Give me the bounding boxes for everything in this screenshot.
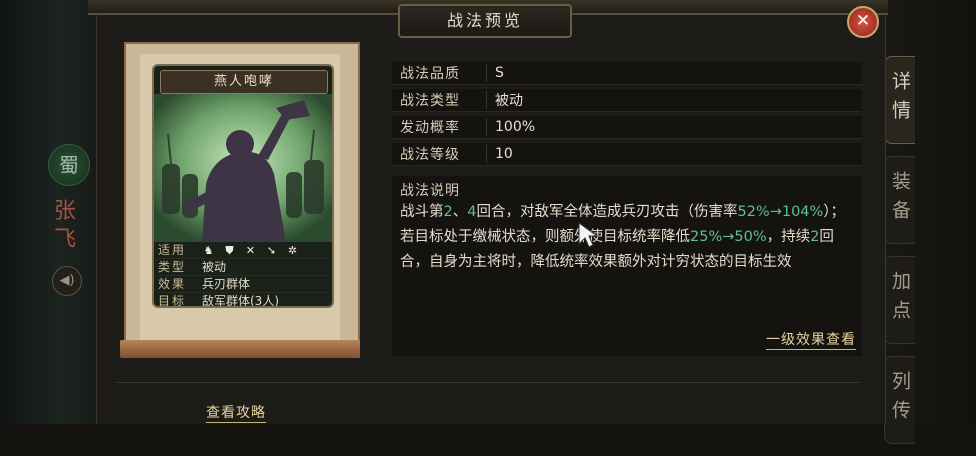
attr-level-label: 战法等级 bbox=[400, 147, 460, 163]
scroll-rod bbox=[120, 340, 360, 358]
level-effect-link[interactable]: 一级效果查看 bbox=[766, 329, 856, 350]
tactic-name: 燕人咆哮 bbox=[160, 70, 328, 94]
attr-type-label: 战法类型 bbox=[400, 93, 460, 109]
attr-row-probability: 发动概率 100% bbox=[392, 116, 862, 139]
card-type-value: 被动 bbox=[202, 260, 227, 274]
tab-biography[interactable]: 列传 bbox=[884, 356, 915, 444]
wheel-icon: ✲ bbox=[287, 243, 298, 257]
right-tab-bar: 详情 装备 加点 列传 bbox=[884, 56, 916, 456]
attr-type-value: 被动 bbox=[495, 93, 523, 109]
card-target-label: 目标 bbox=[158, 294, 187, 308]
card-type-label: 类型 bbox=[158, 260, 187, 274]
general-sidebar: 蜀 张飞 ◀) bbox=[42, 140, 96, 320]
dialog-title: 战法预览 bbox=[398, 4, 572, 38]
card-target-value: 敌军群体(3人) bbox=[202, 294, 279, 308]
tab-details[interactable]: 详情 bbox=[884, 56, 915, 144]
attr-row-quality: 战法品质 S bbox=[392, 62, 862, 85]
spear-icon: ➘ bbox=[266, 243, 277, 257]
tactic-illustration bbox=[154, 94, 332, 242]
card-row-target: 目标 敌军群体(3人) bbox=[158, 293, 328, 308]
description-text: 战斗第2、4回合，对敌军全体造成兵刃攻击（伤害率52%→104%）；若目标处于缴… bbox=[400, 204, 846, 270]
attr-row-level: 战法等级 10 bbox=[392, 143, 862, 166]
faction-badge: 蜀 bbox=[48, 144, 90, 186]
footer-divider bbox=[116, 382, 860, 383]
tab-equipment[interactable]: 装备 bbox=[884, 156, 915, 244]
card-effect-label: 效果 bbox=[158, 277, 187, 291]
card-effect-value: 兵刃群体 bbox=[202, 277, 251, 291]
card-row-type: 类型 被动 bbox=[158, 259, 328, 276]
attr-probability-value: 100% bbox=[495, 119, 536, 135]
shield-icon: ⛊ bbox=[225, 243, 234, 257]
attr-quality-value: S bbox=[495, 65, 504, 81]
cavalry-icon: ♞ bbox=[203, 243, 214, 257]
attr-level-value: 10 bbox=[495, 146, 513, 162]
close-button[interactable]: ✕ bbox=[847, 6, 879, 38]
close-icon: ✕ bbox=[855, 11, 871, 31]
crossed-swords-icon: ✕ bbox=[245, 243, 256, 257]
speaker-icon[interactable]: ◀) bbox=[52, 266, 82, 296]
description-box: 战法说明 战斗第2、4回合，对敌军全体造成兵刃攻击（伤害率52%→104%）；若… bbox=[392, 176, 862, 356]
mouse-cursor-icon bbox=[578, 222, 599, 248]
tab-add-points[interactable]: 加点 bbox=[884, 256, 915, 344]
tactic-card: 燕人咆哮 适用 ♞ ⛊ ✕ ➘ ✲ 类型 被动 效果 兵刃群体 目标 敌军群体(… bbox=[152, 64, 334, 308]
tactic-card-info: 适用 ♞ ⛊ ✕ ➘ ✲ 类型 被动 效果 兵刃群体 目标 敌军群体(3人) bbox=[158, 242, 328, 308]
attr-quality-label: 战法品质 bbox=[400, 66, 460, 82]
card-use-label: 适用 bbox=[158, 243, 187, 257]
card-row-use: 适用 ♞ ⛊ ✕ ➘ ✲ bbox=[158, 242, 328, 259]
attr-row-type: 战法类型 被动 bbox=[392, 89, 862, 112]
description-title: 战法说明 bbox=[400, 183, 460, 199]
attr-probability-label: 发动概率 bbox=[400, 120, 460, 136]
card-row-effect: 效果 兵刃群体 bbox=[158, 276, 328, 293]
general-name: 张飞 bbox=[54, 199, 77, 252]
view-guide-link[interactable]: 查看攻略 bbox=[206, 402, 266, 423]
